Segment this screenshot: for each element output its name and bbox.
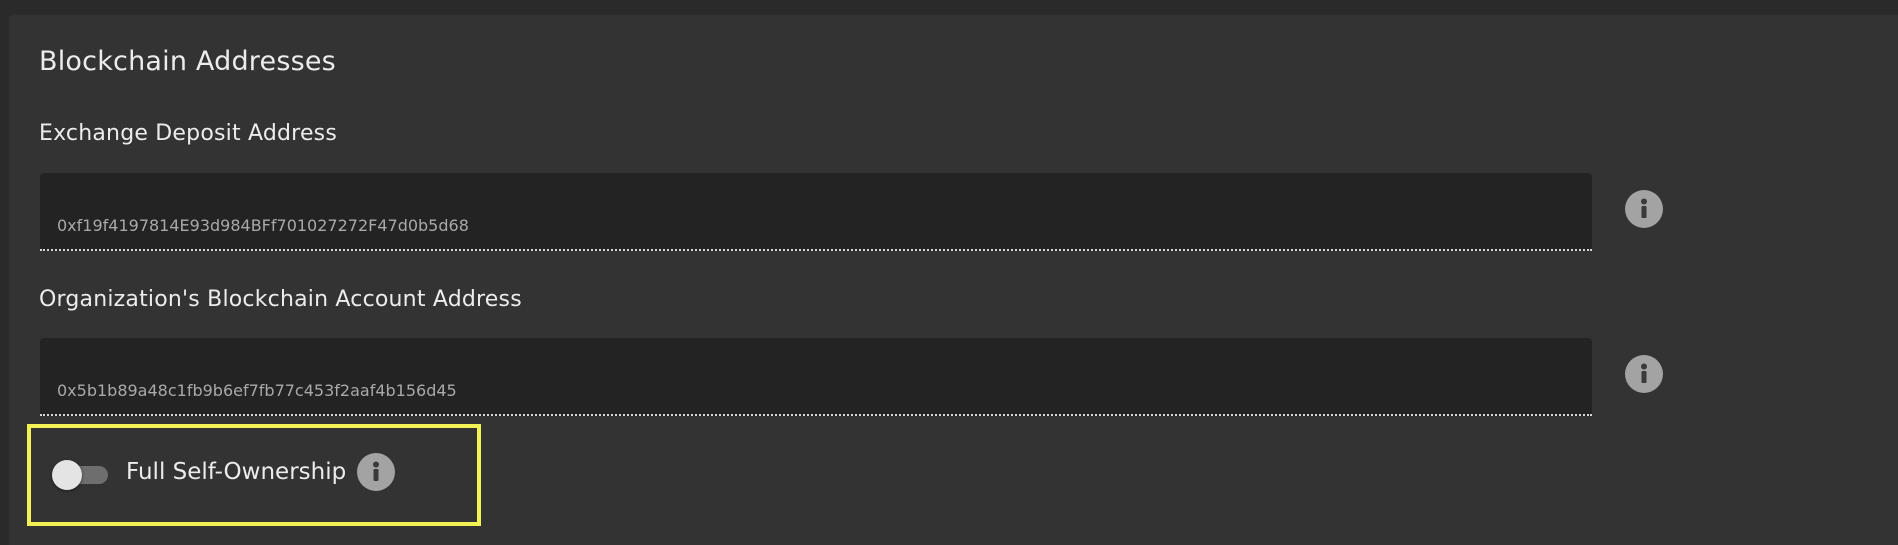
organization-blockchain-address-input[interactable] (57, 381, 1557, 400)
toggle-thumb (52, 460, 82, 490)
organization-blockchain-address-field[interactable] (40, 338, 1592, 416)
full-self-ownership-toggle[interactable] (52, 460, 108, 490)
exchange-deposit-info-button[interactable] (1625, 190, 1663, 228)
organization-blockchain-address-label: Organization's Blockchain Account Addres… (39, 287, 522, 312)
exchange-deposit-address-input[interactable] (57, 216, 1557, 235)
info-icon (1641, 363, 1647, 383)
full-self-ownership-label: Full Self-Ownership (126, 459, 347, 485)
organization-address-info-button[interactable] (1625, 355, 1663, 393)
exchange-deposit-address-field[interactable] (40, 173, 1592, 251)
info-icon (373, 461, 379, 481)
info-icon (1641, 198, 1647, 218)
self-ownership-info-button[interactable] (357, 453, 395, 491)
exchange-deposit-address-label: Exchange Deposit Address (39, 121, 337, 146)
section-title: Blockchain Addresses (39, 46, 336, 77)
